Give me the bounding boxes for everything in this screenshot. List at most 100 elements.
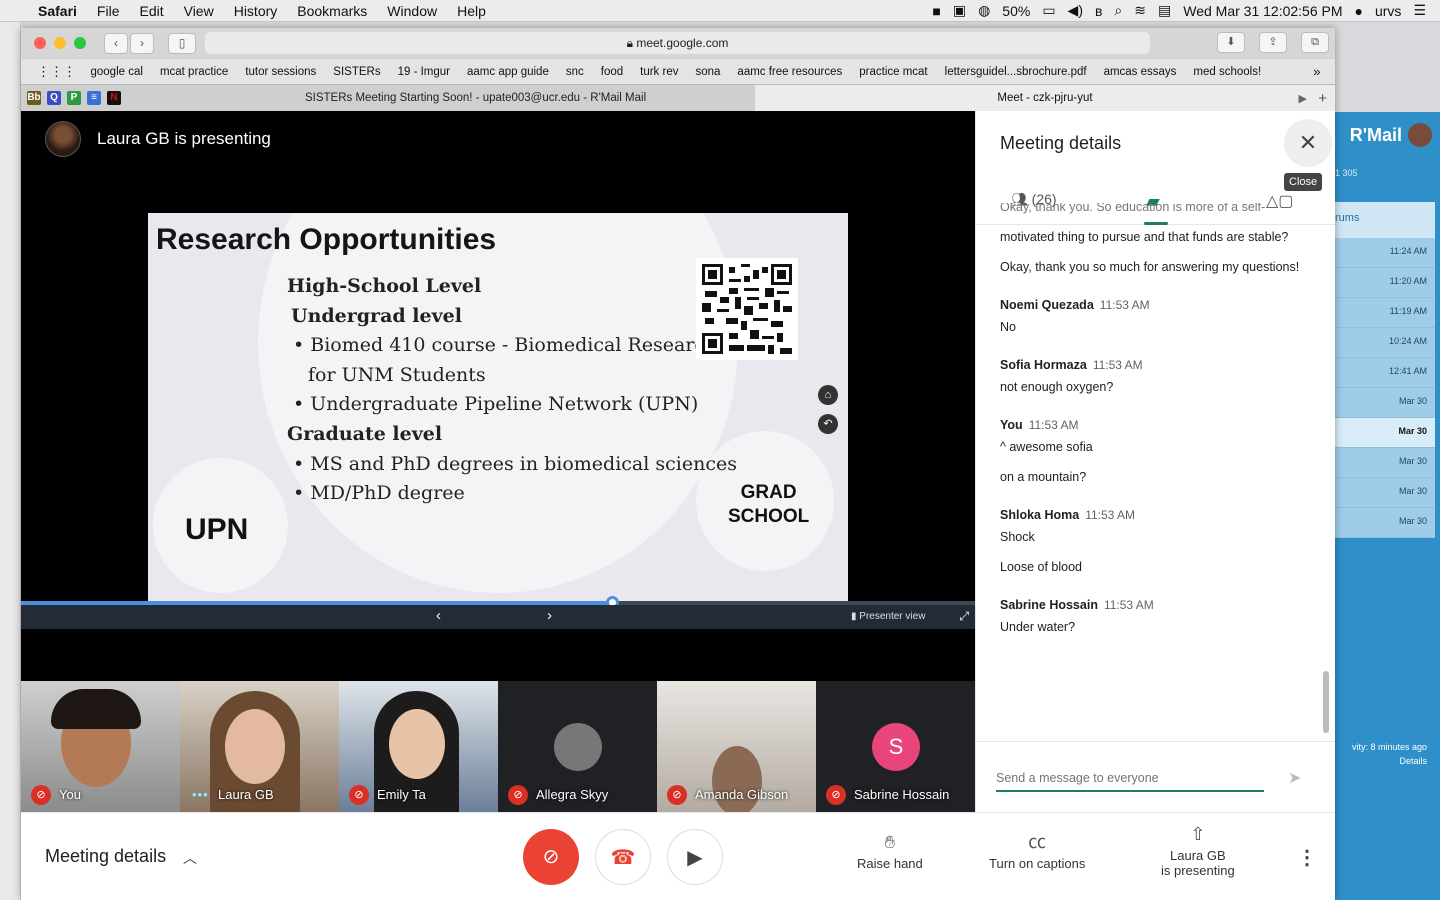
bookmark[interactable]: lettersguidel...sbrochure.pdf <box>936 66 1095 78</box>
menu-bookmarks[interactable]: Bookmarks <box>287 3 377 19</box>
bluetooth-icon[interactable]: ʙ <box>1095 3 1102 19</box>
previous-slide-icon[interactable]: ‹ <box>436 607 441 624</box>
bookmark[interactable]: 19 - Imgur <box>389 66 458 78</box>
clock[interactable]: Wed Mar 31 12:02:56 PM <box>1183 3 1342 19</box>
bookmark[interactable]: amcas essays <box>1095 66 1185 78</box>
menu-edit[interactable]: Edit <box>129 3 173 19</box>
blackboard-icon[interactable]: Bb <box>27 91 41 105</box>
user-icon[interactable]: ● <box>1355 3 1363 19</box>
close-panel-button[interactable]: ✕ <box>1284 119 1332 167</box>
back-icon[interactable]: ↶ <box>818 414 838 434</box>
participant-tile[interactable]: ⊘ You <box>21 681 180 812</box>
meeting-details-toggle[interactable]: Meeting details <box>45 846 166 867</box>
screen-icon[interactable]: ▣ <box>953 2 966 19</box>
mail-row[interactable]: 12:41 AM <box>1335 358 1435 388</box>
menu-list-icon[interactable]: ☰ <box>1413 2 1426 19</box>
minimize-window-button[interactable] <box>54 37 66 49</box>
chat-input[interactable] <box>996 766 1264 792</box>
bookmark[interactable]: med schools! <box>1185 66 1270 78</box>
mail-row[interactable]: 11:19 AM <box>1335 298 1435 328</box>
bookmark[interactable]: sona <box>687 66 729 78</box>
battery-icon[interactable]: ▭ <box>1042 2 1055 19</box>
close-window-button[interactable] <box>34 37 46 49</box>
participant-name: You <box>59 787 81 802</box>
participant-tile[interactable]: ⊘ Amanda Gibson <box>657 681 816 812</box>
address-bar[interactable]: 🔒︎ meet.google.com <box>205 32 1150 54</box>
share-button[interactable]: ⇪ <box>1259 32 1287 53</box>
mail-row[interactable]: 10:24 AM <box>1335 328 1435 358</box>
tabs-overview-button[interactable]: ⧉ <box>1301 32 1329 53</box>
bookmark[interactable]: tutor sessions <box>237 66 325 78</box>
more-options-icon[interactable]: ⋮ <box>1297 845 1317 870</box>
wifi-icon[interactable]: ≋ <box>1134 2 1146 19</box>
bookmark[interactable]: snc <box>557 66 592 78</box>
mail-row[interactable]: 11:20 AM <box>1335 268 1435 298</box>
participant-tile[interactable]: ⊘ Emily Ta <box>339 681 498 812</box>
chevron-up-icon[interactable]: ︿ <box>183 848 197 868</box>
mail-row[interactable]: Mar 30 <box>1335 448 1435 478</box>
rmail-logo: R'Mail <box>1349 124 1402 145</box>
zoom-window-button[interactable] <box>74 37 86 49</box>
search-icon[interactable]: ⌕ <box>1114 2 1122 19</box>
next-slide-icon[interactable]: › <box>547 607 552 624</box>
download-button[interactable]: ⬇ <box>1217 32 1245 53</box>
user-name[interactable]: urvs <box>1375 3 1401 19</box>
volume-icon[interactable]: ◀) <box>1068 2 1083 19</box>
q-icon[interactable]: Q <box>47 91 61 105</box>
leave-call-button[interactable]: ☎ <box>595 829 651 885</box>
participant-tile[interactable]: S ⊘ Sabrine Hossain <box>816 681 975 812</box>
chat-scrollbar[interactable] <box>1323 671 1329 733</box>
tab-meet[interactable]: Meet - czk-pjru-yut ▶ + <box>755 85 1335 111</box>
bookmark[interactable]: SISTERs <box>325 66 389 78</box>
netflix-icon[interactable]: N <box>107 91 121 105</box>
bookmark[interactable]: turk rev <box>632 66 687 78</box>
menu-view[interactable]: View <box>174 3 224 19</box>
mail-row[interactable]: Mar 30 <box>1335 388 1435 418</box>
camera-toggle-button[interactable]: ▶ <box>667 829 723 885</box>
new-tab-button[interactable]: + <box>1318 90 1327 107</box>
bookmark[interactable]: google cal <box>82 66 151 78</box>
p-icon[interactable]: P <box>67 91 81 105</box>
back-button[interactable]: ‹ <box>104 32 128 54</box>
mail-row[interactable]: Mar 30 <box>1335 508 1435 538</box>
menu-app[interactable]: Safari <box>28 3 87 19</box>
sidebar-toggle-button[interactable]: ▯ <box>168 32 196 54</box>
camera-icon[interactable]: ■ <box>932 3 940 19</box>
details-link[interactable]: Details <box>1335 754 1427 768</box>
captions-button[interactable]: ㏄ Turn on captions <box>989 833 1085 871</box>
menu-file[interactable]: File <box>87 3 130 19</box>
participant-tile[interactable]: ••• Laura GB <box>180 681 339 812</box>
send-icon[interactable]: ➤ <box>1288 768 1301 788</box>
participant-video <box>389 709 445 779</box>
presenter-view-button[interactable]: ▮ Presenter view <box>851 611 925 622</box>
more-bookmarks-icon[interactable]: » <box>1305 64 1329 79</box>
bookmark[interactable]: mcat practice <box>151 66 236 78</box>
tab-mail[interactable]: Bb Q P ≡ N SISTERs Meeting Starting Soon… <box>21 85 755 111</box>
menu-history[interactable]: History <box>224 3 288 19</box>
fullscreen-icon[interactable]: ⤢ <box>959 609 969 624</box>
mail-row[interactable]: 11:24 AM <box>1335 238 1435 268</box>
bookmark[interactable]: practice mcat <box>851 66 936 78</box>
menu-help[interactable]: Help <box>447 3 496 19</box>
chat-message: Sofia Hormaza 11:53 AM not enough oxygen? <box>1000 355 1300 397</box>
docs-icon[interactable]: ≡ <box>87 91 101 105</box>
menu-window[interactable]: Window <box>377 3 447 19</box>
bookmark[interactable]: aamc free resources <box>729 66 851 78</box>
flag-icon[interactable]: ▤ <box>1158 2 1171 19</box>
raise-hand-button[interactable]: ✋︎ Raise hand <box>857 833 923 871</box>
activity-text: vity: 8 minutes ago <box>1351 742 1427 752</box>
bookmark[interactable]: aamc app guide <box>459 66 558 78</box>
grid-icon[interactable]: ⋮⋮⋮ <box>21 64 82 80</box>
mail-row[interactable]: Mar 30 <box>1335 418 1435 448</box>
home-icon[interactable]: ⌂ <box>818 385 838 405</box>
slide-line: • MS and PhD degrees in biomedical scien… <box>293 453 737 475</box>
globe-icon[interactable]: ◍ <box>978 2 990 19</box>
chat-text: Okay, thank you so much for answering my… <box>1000 260 1300 274</box>
present-status-button[interactable]: ⇧ Laura GB is presenting <box>1161 825 1235 878</box>
participant-tile[interactable]: ⊘ Allegra Skyy <box>498 681 657 812</box>
bookmark[interactable]: food <box>592 66 631 78</box>
mail-row[interactable]: Mar 30 <box>1335 478 1435 508</box>
microphone-toggle-button[interactable]: ⊘ <box>523 829 579 885</box>
forward-button[interactable]: › <box>130 32 154 54</box>
slide-title: Research Opportunities <box>156 223 497 256</box>
